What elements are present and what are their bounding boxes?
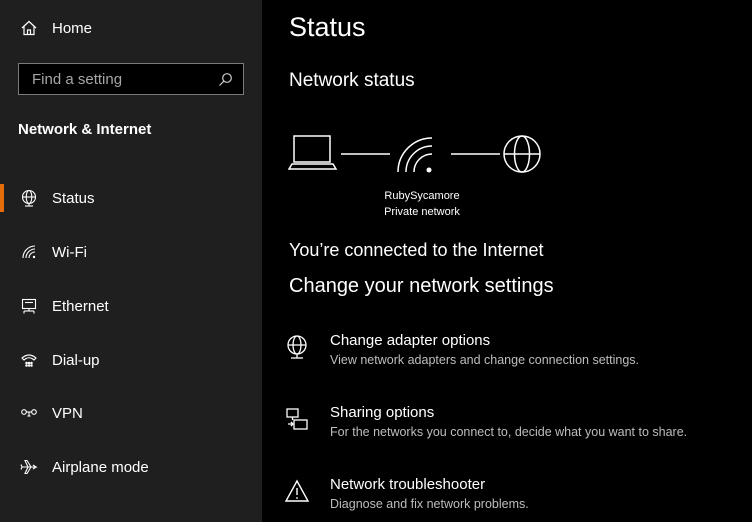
sharing-icon [284,406,310,432]
sidebar-item-label: Dial-up [52,351,100,369]
network-name: RubySycamore [384,190,460,202]
option-title: Network troubleshooter [330,476,486,493]
internet-globe-icon [503,135,541,173]
sidebar-item-label: Wi-Fi [52,243,87,261]
option-title: Change adapter options [330,332,491,349]
sidebar-item-wifi[interactable]: Wi-Fi [20,243,87,261]
sidebar-item-ethernet[interactable]: Ethernet [20,297,109,315]
sidebar-item-status[interactable]: Status [20,189,95,207]
home-nav-item[interactable]: Home [20,19,92,37]
search-input[interactable]: Find a setting [18,63,244,95]
dial-up-icon [20,351,38,369]
change-settings-heading: Change your network settings [289,275,554,297]
sidebar-item-label: VPN [52,404,83,422]
option-title: Sharing options [330,404,435,421]
network-type: Private network [384,206,460,218]
sidebar-item-airplane-mode[interactable]: Airplane mode [20,458,149,476]
section-title: Network & Internet [18,121,152,138]
home-label: Home [52,19,93,37]
active-indicator [0,184,4,212]
wifi-signal-icon [397,137,433,173]
main-content: Status Network status RubySycamore Priva… [262,0,752,522]
sidebar-item-label: Ethernet [52,297,109,315]
option-description: For the networks you connect to, decide … [330,425,688,439]
network-diagram [288,135,541,173]
sidebar-item-dial-up[interactable]: Dial-up [20,351,100,369]
search-icon[interactable] [218,72,233,87]
warning-icon [284,478,310,504]
laptop-icon [288,135,338,170]
sidebar-item-vpn[interactable]: VPN [20,404,83,422]
search-placeholder: Find a setting [32,71,123,88]
network-caption: RubySycamore Private network [374,188,470,220]
connection-status-text: You’re connected to the Internet [289,240,544,260]
page-title: Status [289,12,366,42]
wifi-icon [20,243,38,261]
sidebar: Home Find a setting Network & Internet S… [0,0,262,522]
adapter-icon [284,334,310,360]
airplane-icon [20,458,38,476]
sidebar-item-label: Airplane mode [52,458,149,476]
vpn-icon [20,404,38,422]
option-description: Diagnose and fix network problems. [330,497,529,511]
network-status-heading: Network status [289,70,415,91]
home-icon [20,19,38,37]
ethernet-icon [20,297,38,315]
sidebar-item-label: Status [52,189,95,207]
option-description: View network adapters and change connect… [330,353,639,367]
globe-network-icon [20,189,38,207]
